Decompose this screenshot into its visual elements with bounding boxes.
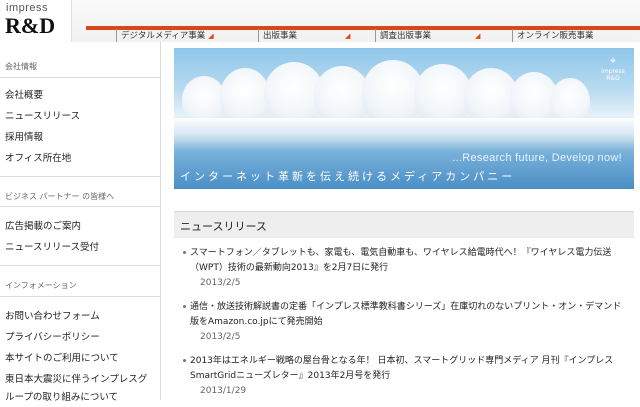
sidebar-link-release-submission[interactable]: ニュースリリース受付 — [5, 239, 99, 253]
snow-shore — [174, 118, 634, 132]
nav-item-online-sales[interactable]: オンライン販売事業 — [512, 29, 594, 42]
nav-item-label: デジタルメディア事業 — [121, 31, 206, 41]
divider — [0, 77, 160, 78]
news-item-date: 2013/2/5 — [200, 278, 241, 288]
dropdown-arrow-icon: ◢ — [208, 32, 214, 40]
divider — [0, 176, 160, 177]
nav-item-label: オンライン販売事業 — [517, 31, 594, 41]
company-logo[interactable]: impress R&D — [0, 0, 72, 42]
bullet-icon — [183, 305, 186, 308]
sidebar-link-privacy-policy[interactable]: プライバシーポリシー — [5, 329, 100, 343]
dropdown-arrow-icon: ◢ — [475, 32, 481, 40]
location-pin-icon: ⌖ — [609, 54, 617, 67]
hero-banner[interactable]: ⌖ impress R&D ...Research future, Develo… — [174, 48, 634, 189]
nav-item-label: 出版事業 — [263, 31, 298, 41]
news-item-title-line2[interactable]: 版をAmazon.co.jpにて発売開始 — [190, 315, 630, 330]
hero-tagline-japanese: インターネット革新を伝え続けるメディアカンパニー — [180, 170, 516, 183]
news-item[interactable]: スマートフォン／タブレットも、家電も、電気自動車も、ワイヤレス給電時代へ！『ワイ… — [183, 246, 630, 291]
top-navigation: デジタルメディア事業 ◢ 出版事業 ◢ 調査出版事業 ◢ オンライン販売事業 — [72, 0, 640, 42]
sidebar-link-advertising[interactable]: 広告掲載のご案内 — [5, 218, 81, 232]
sidebar-link-contact-form[interactable]: お問い合わせフォーム — [5, 308, 100, 322]
news-item-date: 2013/2/5 — [200, 332, 241, 342]
hero-mini-logo: ⌖ impress R&D — [600, 54, 626, 84]
logo-text-rd: R&D — [5, 13, 56, 38]
hero-mini-logo-text: impress R&D — [601, 68, 625, 82]
news-item-title-line2[interactable]: SmartGridニューズレター』2013年2月号を発行 — [190, 369, 630, 384]
bullet-icon — [183, 251, 186, 254]
water-reflection — [174, 132, 634, 152]
sidebar-section-title-partners: ビジネス パートナー の皆様へ — [5, 192, 115, 201]
sidebar-section-title-information: インフォメーション — [5, 281, 77, 290]
nav-item-digital-media[interactable]: デジタルメディア事業 ◢ — [116, 29, 214, 42]
sidebar: 会社情報 会社概要 ニュースリリース 採用情報 オフィス所在地 ビジネス パート… — [0, 42, 161, 403]
sidebar-link-earthquake-efforts[interactable]: 東日本大震災に伴うインプレスグループの取り組みについて — [5, 371, 155, 407]
nav-item-research-publishing[interactable]: 調査出版事業 ◢ — [375, 29, 480, 42]
sidebar-link-site-usage[interactable]: 本サイトのご利用について — [5, 350, 119, 364]
nav-item-publishing[interactable]: 出版事業 ◢ — [258, 29, 350, 42]
news-item[interactable]: 2013年はエネルギー戦略の屋台骨となる年！ 日本初、スマートグリッド専門メディ… — [183, 354, 630, 399]
sidebar-section-title-company: 会社情報 — [5, 62, 37, 71]
bullet-icon — [183, 359, 186, 362]
sidebar-link-recruit[interactable]: 採用情報 — [5, 129, 43, 143]
news-item[interactable]: 通信・放送技術解説書の定番「インプレス標準教科書シリーズ」在庫切れのないプリント… — [183, 300, 630, 345]
divider — [0, 265, 160, 266]
hero-tagline-english: ...Research future, Develop now! — [452, 152, 622, 164]
sidebar-link-office[interactable]: オフィス所在地 — [5, 150, 71, 164]
sidebar-link-company-overview[interactable]: 会社概要 — [5, 87, 43, 101]
divider — [0, 296, 160, 297]
news-item-title-line2[interactable]: （WPT）技術の最新動向2013』を2月7日に発行 — [190, 261, 630, 276]
news-item-date: 2013/1/29 — [200, 386, 247, 396]
dropdown-arrow-icon: ◢ — [345, 32, 351, 40]
news-section-heading: ニュースリリース — [174, 211, 634, 238]
snow-tree — [220, 68, 270, 124]
news-item-title-line1[interactable]: 通信・放送技術解説書の定番「インプレス標準教科書シリーズ」在庫切れのないプリント… — [190, 300, 630, 315]
sidebar-link-news-release[interactable]: ニュースリリース — [5, 108, 80, 122]
news-heading-text: ニュースリリース — [180, 220, 267, 233]
nav-item-label: 調査出版事業 — [380, 31, 432, 41]
news-item-title-line1[interactable]: スマートフォン／タブレットも、家電も、電気自動車も、ワイヤレス給電時代へ！『ワイ… — [190, 246, 630, 261]
news-item-title-line1[interactable]: 2013年はエネルギー戦略の屋台骨となる年！ 日本初、スマートグリッド専門メディ… — [190, 354, 630, 369]
divider — [0, 206, 160, 207]
